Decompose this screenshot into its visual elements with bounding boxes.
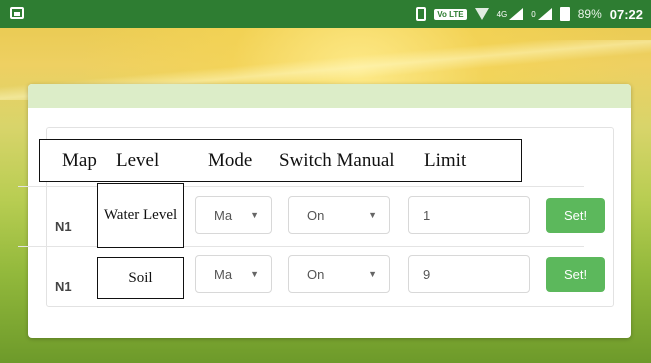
- header-level: Level: [116, 150, 160, 171]
- vibrate-icon: [416, 7, 427, 21]
- mode-select[interactable]: Ma ▼: [195, 255, 272, 293]
- row-map-id: N1: [55, 219, 72, 234]
- limit-input-value: 9: [423, 267, 431, 282]
- volte-icon: Vo LTE: [434, 8, 467, 20]
- clock-time: 07:22: [609, 6, 643, 22]
- header-map: Map: [62, 150, 97, 171]
- chevron-down-icon: ▼: [368, 210, 377, 220]
- set-button[interactable]: Set!: [546, 257, 605, 292]
- set-button[interactable]: Set!: [546, 198, 605, 233]
- status-icons: Vo LTE 4G 0 89% 07:22: [416, 5, 643, 23]
- header-switch-manual: Switch Manual: [279, 150, 395, 171]
- row-map-id: N1: [55, 279, 72, 294]
- wifi-icon: [474, 8, 489, 20]
- header-mode: Mode: [208, 150, 253, 171]
- battery-icon: [559, 7, 570, 21]
- mode-select-value: Ma: [214, 208, 233, 223]
- row-level-label: Water Level: [97, 183, 184, 248]
- limit-input[interactable]: 9: [408, 255, 530, 293]
- mode-select[interactable]: Ma ▼: [195, 196, 272, 234]
- switch-select[interactable]: On ▼: [288, 255, 390, 293]
- switch-select-value: On: [307, 267, 325, 282]
- limit-input[interactable]: 1: [408, 196, 530, 234]
- table-header: Map Level Mode Switch Manual Limit: [39, 139, 522, 182]
- switch-select-value: On: [307, 208, 325, 223]
- sim-label: 0: [531, 9, 536, 19]
- header-limit: Limit: [424, 150, 467, 171]
- gallery-icon: [10, 7, 24, 19]
- mode-select-value: Ma: [214, 267, 233, 282]
- chevron-down-icon: ▼: [250, 210, 259, 220]
- limit-input-value: 1: [423, 208, 431, 223]
- signal-icon: [509, 8, 524, 20]
- chevron-down-icon: ▼: [368, 269, 377, 279]
- switch-select[interactable]: On ▼: [288, 196, 390, 234]
- chevron-down-icon: ▼: [250, 269, 259, 279]
- signal-icon: [537, 8, 552, 20]
- card-header: [28, 84, 631, 108]
- row-level-label: Soil: [97, 257, 184, 299]
- network-type-label: 4G: [496, 9, 508, 19]
- battery-percent: 89%: [577, 7, 602, 21]
- status-bar: Vo LTE 4G 0 89% 07:22: [0, 0, 651, 28]
